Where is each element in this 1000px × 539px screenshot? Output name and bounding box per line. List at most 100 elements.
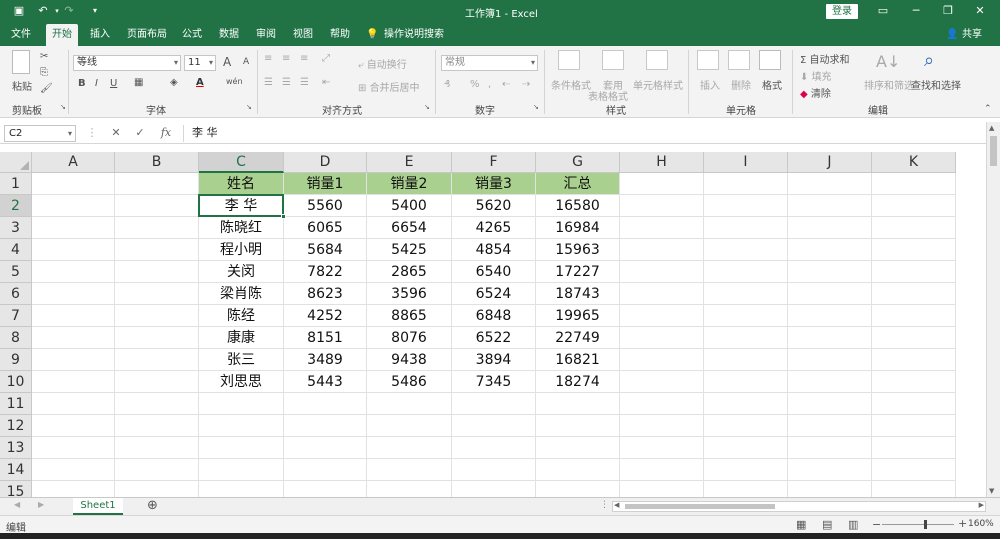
- row-header-13[interactable]: 13: [0, 437, 32, 459]
- font-size-combo[interactable]: 11 ▾: [184, 55, 216, 71]
- cell-j13[interactable]: [788, 437, 872, 459]
- sheet-tab-sheet1[interactable]: Sheet1: [73, 498, 123, 515]
- split-handle-icon[interactable]: ⋮: [600, 500, 609, 510]
- cell-styles-icon[interactable]: [646, 50, 668, 70]
- cell-e10[interactable]: 5486: [367, 371, 452, 393]
- cell-j14[interactable]: [788, 459, 872, 481]
- cell-h5[interactable]: [620, 261, 704, 283]
- cell-d3[interactable]: 6065: [284, 217, 367, 239]
- fill-button[interactable]: ⬇ 填充: [800, 68, 832, 83]
- scroll-right-icon[interactable]: ▶: [979, 501, 984, 509]
- column-header-c[interactable]: C: [199, 152, 284, 173]
- cell-f8[interactable]: 6522: [452, 327, 536, 349]
- cell-f13[interactable]: [452, 437, 536, 459]
- font-color-button[interactable]: A: [196, 77, 204, 88]
- merge-center-button[interactable]: ⊞ 合并后居中: [358, 79, 420, 94]
- cell-b6[interactable]: [115, 283, 199, 305]
- align-center-icon[interactable]: ☰: [282, 77, 291, 88]
- cell-h2[interactable]: [620, 195, 704, 217]
- sort-filter-icon[interactable]: A↓: [876, 52, 900, 71]
- cell-i5[interactable]: [704, 261, 788, 283]
- cell-k6[interactable]: [872, 283, 956, 305]
- vertical-scrollbar[interactable]: ▲ ▼: [986, 122, 1000, 497]
- cell-d4[interactable]: 5684: [284, 239, 367, 261]
- sort-filter-button[interactable]: 排序和筛选: [864, 77, 914, 92]
- insert-cells-icon[interactable]: [697, 50, 719, 70]
- cell-j3[interactable]: [788, 217, 872, 239]
- horizontal-scrollbar[interactable]: ◀ ▶: [612, 501, 986, 512]
- cell-e14[interactable]: [367, 459, 452, 481]
- row-header-6[interactable]: 6: [0, 283, 32, 305]
- increase-font-button[interactable]: A: [223, 55, 231, 69]
- cell-d9[interactable]: 3489: [284, 349, 367, 371]
- cell-j7[interactable]: [788, 305, 872, 327]
- cell-i10[interactable]: [704, 371, 788, 393]
- cell-g10[interactable]: 18274: [536, 371, 620, 393]
- percent-button[interactable]: %: [470, 79, 480, 90]
- cell-g3[interactable]: 16984: [536, 217, 620, 239]
- cell-h11[interactable]: [620, 393, 704, 415]
- zoom-in-icon[interactable]: +: [958, 517, 967, 530]
- cell-a3[interactable]: [32, 217, 115, 239]
- cell-e2[interactable]: 5400: [367, 195, 452, 217]
- cell-f9[interactable]: 3894: [452, 349, 536, 371]
- redo-icon[interactable]: ↷: [62, 4, 76, 18]
- cell-k3[interactable]: [872, 217, 956, 239]
- cell-a2[interactable]: [32, 195, 115, 217]
- clear-button[interactable]: ◆ 清除: [800, 85, 831, 100]
- insert-cells-button[interactable]: 插入: [700, 77, 720, 92]
- minimize-button[interactable]: ─: [906, 3, 926, 19]
- cell-h13[interactable]: [620, 437, 704, 459]
- cell-g4[interactable]: 15963: [536, 239, 620, 261]
- cell-d13[interactable]: [284, 437, 367, 459]
- cell-j9[interactable]: [788, 349, 872, 371]
- collapse-ribbon-icon[interactable]: ⌃: [984, 104, 992, 114]
- zoom-level[interactable]: 160%: [968, 519, 994, 529]
- wrap-text-button[interactable]: ⤶ 自动换行: [358, 56, 407, 71]
- italic-button[interactable]: I: [95, 78, 98, 89]
- cell-d7[interactable]: 4252: [284, 305, 367, 327]
- decrease-decimal-icon[interactable]: ⇢: [522, 79, 530, 90]
- cell-k13[interactable]: [872, 437, 956, 459]
- column-header-j[interactable]: J: [788, 152, 872, 173]
- cell-b10[interactable]: [115, 371, 199, 393]
- conditional-format-icon[interactable]: [558, 50, 580, 70]
- cell-c6[interactable]: 梁肖陈: [199, 283, 284, 305]
- cell-f10[interactable]: 7345: [452, 371, 536, 393]
- bold-button[interactable]: B: [78, 78, 86, 89]
- cell-c3[interactable]: 陈晓红: [199, 217, 284, 239]
- zoom-slider[interactable]: [882, 520, 954, 529]
- row-header-7[interactable]: 7: [0, 305, 32, 327]
- tab-insert[interactable]: 插入: [84, 24, 116, 46]
- cell-k12[interactable]: [872, 415, 956, 437]
- cell-h9[interactable]: [620, 349, 704, 371]
- cell-c5[interactable]: 关闵: [199, 261, 284, 283]
- cell-h10[interactable]: [620, 371, 704, 393]
- table-header-cell[interactable]: 销量1: [284, 173, 367, 195]
- cell-c9[interactable]: 张三: [199, 349, 284, 371]
- format-painter-icon[interactable]: 🖌: [40, 83, 53, 94]
- cell-g8[interactable]: 22749: [536, 327, 620, 349]
- column-header-g[interactable]: G: [536, 152, 620, 173]
- cell-b11[interactable]: [115, 393, 199, 415]
- row-header-1[interactable]: 1: [0, 173, 32, 195]
- format-as-table-icon[interactable]: [602, 50, 624, 70]
- cell-g13[interactable]: [536, 437, 620, 459]
- cell-d2[interactable]: 5560: [284, 195, 367, 217]
- column-header-e[interactable]: E: [367, 152, 452, 173]
- cell-b9[interactable]: [115, 349, 199, 371]
- row-header-12[interactable]: 12: [0, 415, 32, 437]
- cell-c11[interactable]: [199, 393, 284, 415]
- cell-j10[interactable]: [788, 371, 872, 393]
- tell-me-search[interactable]: 操作说明搜索: [384, 24, 450, 46]
- cell-i2[interactable]: [704, 195, 788, 217]
- paste-icon[interactable]: [12, 50, 30, 74]
- cell-h8[interactable]: [620, 327, 704, 349]
- cell-c8[interactable]: 康康: [199, 327, 284, 349]
- cell-b7[interactable]: [115, 305, 199, 327]
- cell-e3[interactable]: 6654: [367, 217, 452, 239]
- cell-f11[interactable]: [452, 393, 536, 415]
- hscroll-thumb[interactable]: [625, 504, 775, 509]
- currency-icon[interactable]: ₰: [444, 79, 450, 90]
- search-icon[interactable]: ⌕: [924, 50, 934, 71]
